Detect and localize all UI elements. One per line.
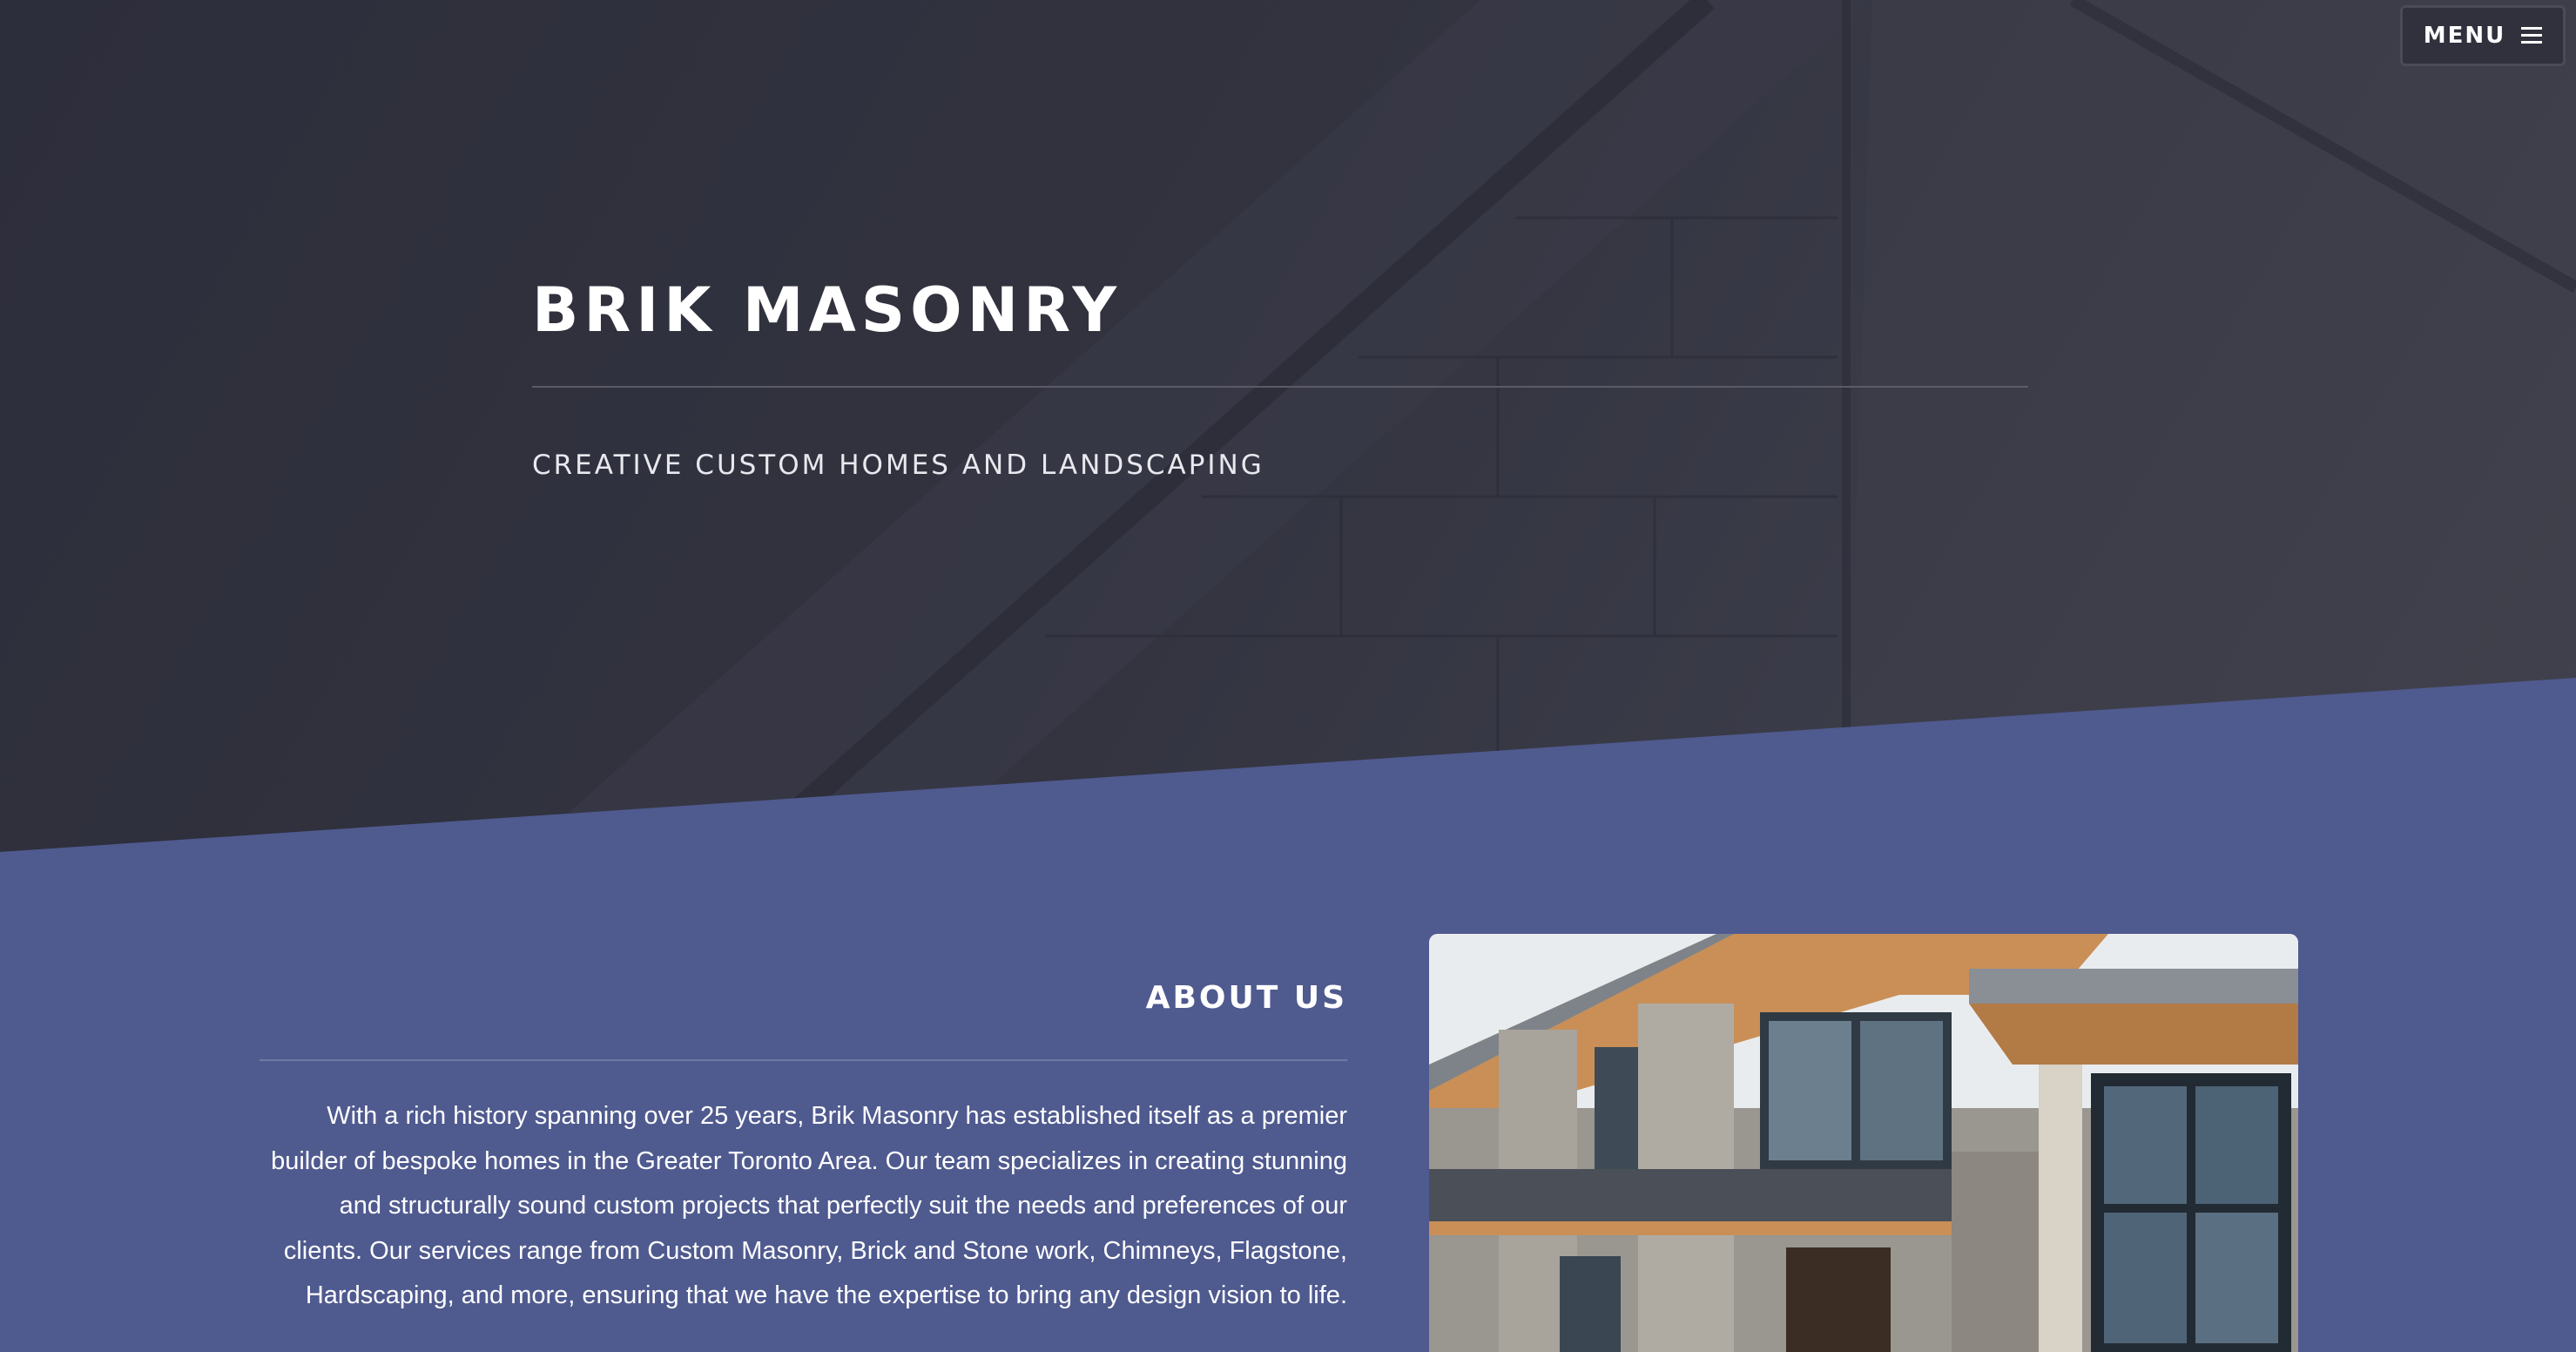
house-illustration bbox=[1429, 934, 2298, 1352]
hero-section: BRIK MASONRY CREATIVE CUSTOM HOMES AND L… bbox=[0, 0, 2576, 852]
menu-button-label: MENU bbox=[2423, 23, 2506, 49]
about-body: With a rich history spanning over 25 yea… bbox=[271, 1102, 1347, 1309]
page-subtitle: CREATIVE CUSTOM HOMES AND LANDSCAPING bbox=[532, 450, 1264, 481]
house-photo bbox=[1429, 934, 2298, 1352]
about-heading: ABOUT US bbox=[1145, 980, 1347, 1016]
menu-button[interactable]: MENU bbox=[2400, 5, 2566, 66]
hamburger-icon bbox=[2521, 27, 2543, 44]
hero-divider bbox=[532, 386, 2028, 388]
page-title: BRIK MASONRY bbox=[532, 274, 1123, 346]
hero-background-image bbox=[523, 0, 2576, 852]
about-divider bbox=[260, 1059, 1347, 1061]
